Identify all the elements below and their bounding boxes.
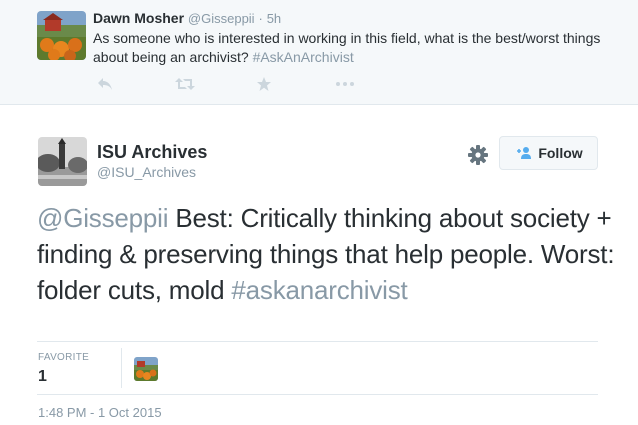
stats-separator [121, 348, 122, 388]
tweet-timestamp[interactable]: 1:48 PM - 1 Oct 2015 [38, 405, 162, 420]
favorite-count[interactable]: 1 [38, 368, 47, 386]
gear-icon[interactable] [467, 144, 489, 166]
retweet-icon[interactable] [173, 74, 197, 94]
isu-archives-avatar[interactable] [38, 137, 87, 186]
favorite-stat-label[interactable]: FAVORITE [38, 352, 89, 363]
main-hashtag-link[interactable]: #askanarchivist [231, 275, 407, 305]
reply-icon[interactable] [93, 74, 117, 94]
dawn-mosher-avatar[interactable] [37, 11, 86, 60]
in-reply-to-tweet[interactable]: Dawn Mosher @Gisseppii · 5h As someone w… [0, 0, 638, 105]
reply-tweet-header: Dawn Mosher @Gisseppii · 5h [93, 10, 281, 26]
tweet-time[interactable]: 5h [267, 11, 281, 26]
more-icon[interactable] [333, 74, 357, 94]
follow-label: Follow [538, 145, 583, 161]
stats-top-divider [37, 341, 598, 342]
mention-link[interactable]: @Gisseppii [37, 203, 169, 233]
author-name[interactable]: Dawn Mosher [93, 10, 184, 26]
favoriter-avatar[interactable] [134, 357, 158, 381]
hashtag-link[interactable]: #AskAnArchivist [253, 49, 354, 65]
stats-bottom-divider [37, 394, 598, 395]
separator: · [258, 11, 263, 26]
main-tweet-text: @Gisseppii Best: Critically thinking abo… [37, 200, 627, 308]
author-handle[interactable]: @Gisseppii [188, 11, 255, 26]
main-author-handle[interactable]: @ISU_Archives [97, 164, 196, 180]
reply-tweet-text: As someone who is interested in working … [93, 29, 613, 67]
follow-button[interactable]: Follow [499, 136, 598, 170]
favorite-star-icon[interactable] [252, 74, 276, 94]
add-user-icon [514, 146, 532, 160]
main-author-name[interactable]: ISU Archives [97, 142, 207, 163]
